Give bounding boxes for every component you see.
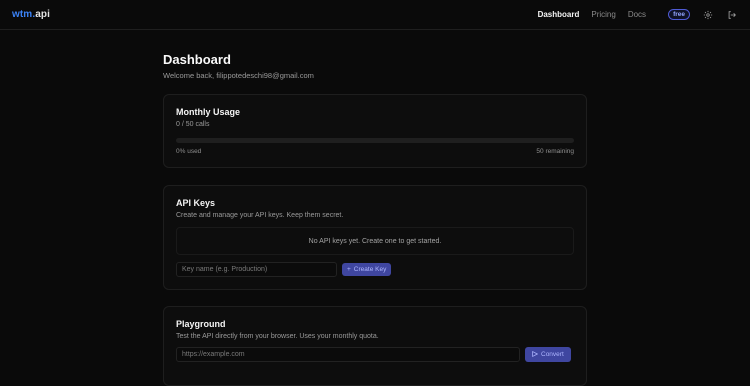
api-keys-card: API Keys Create and manage your API keys… bbox=[163, 185, 587, 290]
api-keys-empty-text: No API keys yet. Create one to get start… bbox=[308, 237, 442, 245]
api-keys-subtitle: Create and manage your API keys. Keep th… bbox=[176, 212, 344, 219]
usage-card: Monthly Usage 0 / 50 calls 0% used 50 re… bbox=[163, 94, 587, 168]
api-keys-title: API Keys bbox=[176, 198, 216, 208]
nav-dashboard[interactable]: Dashboard bbox=[538, 10, 580, 19]
logo-prefix: wtm bbox=[12, 9, 33, 20]
usage-title: Monthly Usage bbox=[176, 107, 241, 117]
create-key-button[interactable]: + Create Key bbox=[342, 263, 392, 276]
api-keys-empty-state: No API keys yet. Create one to get start… bbox=[176, 227, 574, 255]
top-navbar: wtm.api Dashboard Pricing Docs free bbox=[0, 0, 750, 30]
create-key-label: Create Key bbox=[353, 266, 387, 273]
usage-progress-bar bbox=[176, 138, 574, 143]
playground-card: Playground Test the API directly from yo… bbox=[163, 306, 587, 386]
usage-calls: 0 / 50 calls bbox=[176, 121, 210, 128]
app-logo[interactable]: wtm.api bbox=[12, 9, 50, 20]
usage-used-label: 0% used bbox=[176, 148, 202, 155]
convert-button[interactable]: Convert bbox=[525, 347, 571, 362]
logout-icon[interactable] bbox=[726, 9, 738, 21]
nav-pricing[interactable]: Pricing bbox=[591, 10, 615, 19]
convert-label: Convert bbox=[541, 351, 564, 358]
playground-title: Playground bbox=[176, 319, 226, 329]
usage-remaining-label: 50 remaining bbox=[536, 148, 574, 155]
settings-icon[interactable] bbox=[702, 9, 714, 21]
logo-suffix: api bbox=[35, 9, 50, 20]
main-nav: Dashboard Pricing Docs free bbox=[538, 9, 738, 21]
url-input[interactable]: https://example.com bbox=[176, 347, 520, 362]
key-name-input[interactable]: Key name (e.g. Production) bbox=[176, 262, 337, 277]
page-title: Dashboard bbox=[163, 52, 231, 67]
dashboard-content: Dashboard Welcome back, filippotedeschi9… bbox=[163, 52, 587, 386]
plan-badge: free bbox=[668, 9, 690, 20]
play-icon bbox=[532, 350, 539, 359]
nav-docs[interactable]: Docs bbox=[628, 10, 646, 19]
welcome-text: Welcome back, filippotedeschi98@gmail.co… bbox=[163, 71, 314, 80]
playground-subtitle: Test the API directly from your browser.… bbox=[176, 333, 379, 340]
plus-icon: + bbox=[347, 266, 351, 273]
